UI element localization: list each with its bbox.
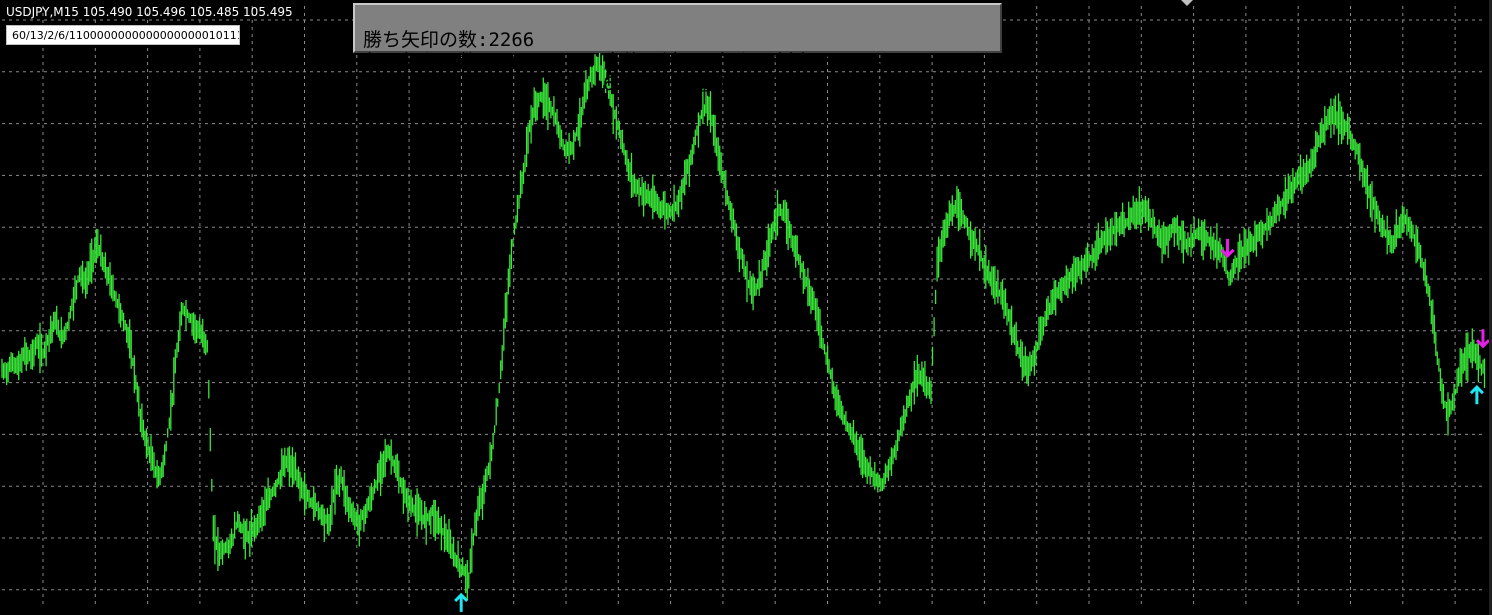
signal-arrows xyxy=(454,238,1491,612)
sell-arrow-icon xyxy=(1475,329,1491,349)
parameter-label[interactable]: 60/13/2/6/1100000000000000000010111 xyxy=(6,25,240,45)
buy-arrow-icon xyxy=(454,592,469,612)
buy-arrow-icon xyxy=(1469,385,1484,405)
statistics-panel: 勝ち矢印の数:2266 全体に対する矢印の割合:0.98% 負け矢印の数:150… xyxy=(353,3,1002,95)
stats-row-2: 負け矢印の数:1501 6本後矢印通りになる確率: 60.2% xyxy=(355,29,904,117)
symbol-header: USDJPY,M15 105.490 105.496 105.485 105.4… xyxy=(6,5,293,19)
shift-marker-icon[interactable] xyxy=(1181,0,1193,6)
arrow-ratio: 全体に対する矢印の割合:0.98% xyxy=(603,51,881,73)
success-probability: 6本後矢印通りになる確率: 60.2% xyxy=(603,73,904,95)
chart-window[interactable]: USDJPY,M15 105.490 105.496 105.485 105.4… xyxy=(0,0,1492,615)
lose-arrows-count: 負け矢印の数:1501 xyxy=(363,51,535,73)
price-series xyxy=(1,50,1486,601)
grid-layer xyxy=(2,6,1486,608)
